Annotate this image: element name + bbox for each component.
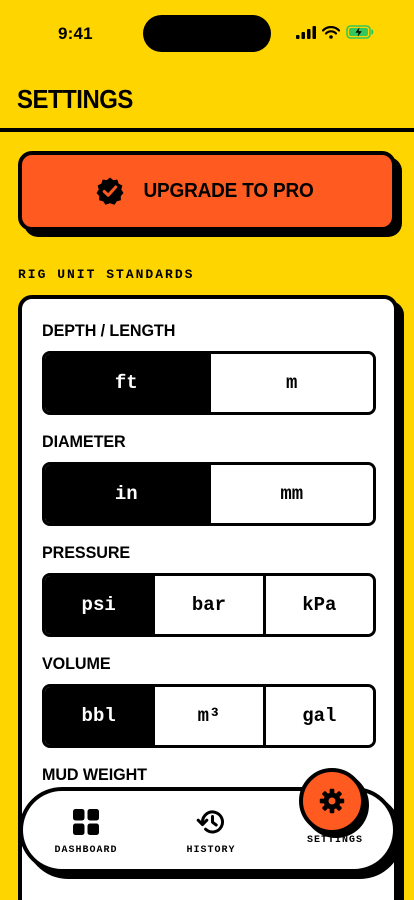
upgrade-label: UPGRADE TO PRO bbox=[143, 179, 315, 202]
nav-item-dashboard[interactable]: DASHBOARD bbox=[31, 809, 141, 856]
battery-charging-icon bbox=[346, 25, 374, 39]
dynamic-island bbox=[143, 15, 271, 52]
verified-badge-icon bbox=[96, 177, 124, 205]
option-ft[interactable]: ft bbox=[45, 354, 208, 412]
option-m[interactable]: m bbox=[207, 354, 373, 412]
group-title: PRESSURE bbox=[42, 543, 131, 562]
nav-item-history[interactable]: HISTORY bbox=[156, 809, 266, 856]
option-mm[interactable]: mm bbox=[207, 465, 373, 523]
volume-unit-selector: bbl m³ gal bbox=[42, 684, 376, 748]
status-bar: 9:41 bbox=[0, 0, 414, 62]
status-icons bbox=[296, 25, 374, 39]
page-title: SETTINGS bbox=[17, 84, 133, 114]
pressure-group: PRESSURE psi bar kPa bbox=[42, 543, 376, 637]
option-kpa[interactable]: kPa bbox=[262, 576, 373, 634]
depth-unit-selector: ft m bbox=[42, 351, 376, 415]
diameter-group: DIAMETER in mm bbox=[42, 432, 376, 526]
header-divider bbox=[0, 128, 414, 132]
option-gal[interactable]: gal bbox=[262, 687, 373, 745]
option-psi[interactable]: psi bbox=[45, 576, 153, 634]
history-icon bbox=[196, 810, 224, 834]
option-bbl[interactable]: bbl bbox=[45, 687, 153, 745]
group-title: DIAMETER bbox=[42, 432, 126, 451]
depth-length-group: DEPTH / LENGTH ft m bbox=[42, 321, 376, 415]
settings-fab-button[interactable] bbox=[299, 768, 365, 834]
section-label: RIG UNIT STANDARDS bbox=[18, 267, 195, 282]
upgrade-to-pro-button[interactable]: UPGRADE TO PRO bbox=[18, 151, 396, 231]
grid-icon bbox=[73, 809, 99, 835]
wifi-icon bbox=[322, 25, 340, 39]
option-m3[interactable]: m³ bbox=[152, 687, 263, 745]
group-title: DEPTH / LENGTH bbox=[42, 321, 176, 340]
nav-label: HISTORY bbox=[186, 845, 236, 856]
nav-label: DASHBOARD bbox=[54, 845, 118, 856]
diameter-unit-selector: in mm bbox=[42, 462, 376, 526]
pressure-unit-selector: psi bar kPa bbox=[42, 573, 376, 637]
group-title: VOLUME bbox=[42, 654, 111, 673]
signal-icon bbox=[296, 25, 316, 39]
option-in[interactable]: in bbox=[45, 465, 208, 523]
gear-icon bbox=[319, 788, 345, 814]
nav-label: SETTINGS bbox=[306, 835, 363, 846]
option-bar[interactable]: bar bbox=[152, 576, 263, 634]
status-time: 9:41 bbox=[58, 24, 93, 43]
volume-group: VOLUME bbl m³ gal bbox=[42, 654, 376, 748]
